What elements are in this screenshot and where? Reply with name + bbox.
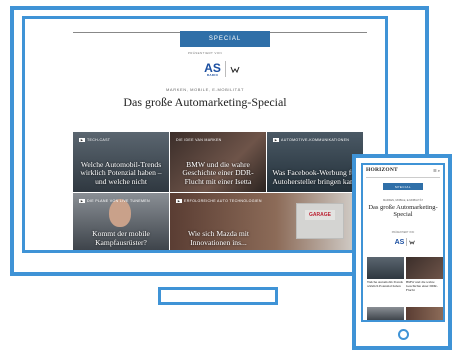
- desktop-screen: SPECIAL PRÄSENTIERT VON AS RADIO MARKEN,…: [22, 16, 388, 253]
- logo-divider: [224, 61, 226, 77]
- tile-tag: ▶ DIE PLANE VON LIVE TUNEMEN: [79, 199, 150, 203]
- garage-image: GARAGE: [296, 203, 344, 239]
- special-badge: SPECIAL: [383, 183, 423, 190]
- as-radio-logo: AS RADIO: [204, 60, 221, 77]
- header-rule: [366, 177, 440, 178]
- play-icon: ▶: [79, 199, 85, 203]
- sponsor-logos: AS RADIO: [175, 57, 269, 81]
- special-badge: SPECIAL: [180, 31, 270, 47]
- tile-tag: ▶ AUTOMOTIVE-KOMMUNIKATIONEN: [273, 138, 350, 142]
- tile-title: Welche Automobil-Trends wirklich Potenzi…: [80, 159, 162, 186]
- home-button[interactable]: [398, 329, 409, 340]
- article-tile-4[interactable]: ▶ DIE PLANE VON LIVE TUNEMEN Kommt der mo…: [73, 193, 169, 250]
- sponsor-logos: AS: [389, 235, 421, 249]
- article-caption-2[interactable]: BMW und die wahre Geschichte einer DDR-F…: [406, 280, 443, 293]
- article-grid: ▶ TECH-CAST Welche Automobil-Trends wirkl…: [73, 132, 363, 250]
- as-radio-logo: AS: [394, 238, 405, 246]
- presented-by-label: PRÄSENTIERT VON: [391, 231, 415, 234]
- article-thumb-2[interactable]: [406, 257, 443, 279]
- brand-logo[interactable]: HORIZONT: [366, 167, 398, 173]
- article-caption-1[interactable]: Welche Automobil-Trends wirklich Potenzi…: [367, 280, 404, 289]
- play-icon: ▶: [273, 138, 279, 142]
- tile-tag: ▶ TECH-CAST: [79, 138, 111, 142]
- article-tile-3[interactable]: ▶ AUTOMOTIVE-KOMMUNIKATIONEN Was Facebook…: [267, 132, 363, 192]
- garage-sign: GARAGE: [305, 210, 335, 220]
- phone-screen: HORIZONT ☰ ⌕ SPECIAL MARKEN, MOBILE, E-M…: [361, 163, 445, 322]
- article-tile-2[interactable]: DIE IDEE VAN MARKEN BMW und die wahre Ge…: [170, 132, 266, 192]
- logo-divider: [406, 238, 408, 246]
- article-tile-5[interactable]: GARAGE ▶ ERFOLGREICHE AUTO TECHNOLOGIEN W…: [170, 193, 363, 250]
- vw-logo-icon: [409, 240, 416, 245]
- page-title: Das große Automarketing-Special: [368, 204, 438, 219]
- tile-title: BMW und die wahre Geschichte einer DDR-F…: [182, 159, 254, 186]
- vw-logo-icon: [230, 66, 240, 74]
- article-tile-1[interactable]: ▶ TECH-CAST Welche Automobil-Trends wirkl…: [73, 132, 169, 192]
- monitor-stand: [158, 287, 278, 305]
- page-title: Das große Automarketing-Special: [123, 95, 287, 109]
- article-thumb-3[interactable]: [367, 307, 404, 320]
- portrait-image: [109, 199, 131, 227]
- article-thumb-1[interactable]: [367, 257, 404, 279]
- presented-by-label: PRÄSENTIERT VON: [187, 51, 223, 55]
- play-icon: ▶: [79, 138, 85, 142]
- section-kicker: MARKEN, MOBILE, E-MOBILITÄT: [166, 87, 244, 92]
- tile-tag: DIE IDEE VAN MARKEN: [176, 138, 222, 142]
- menu-icon[interactable]: ☰ ⌕: [433, 168, 440, 173]
- tile-title: Was Facebook-Werbung für Autohersteller …: [272, 168, 358, 186]
- section-kicker: MARKEN, MOBILE, E-MOBILITÄT: [382, 199, 424, 202]
- tile-title: Wie sich Mazda mit Innovationen ins...: [187, 229, 250, 247]
- tile-tag: ▶ ERFOLGREICHE AUTO TECHNOLOGIEN: [176, 199, 262, 203]
- article-thumb-4[interactable]: [406, 307, 443, 320]
- play-icon: ▶: [176, 199, 182, 203]
- tile-title: Kommt der mobile Kampfausrüster?: [92, 229, 150, 247]
